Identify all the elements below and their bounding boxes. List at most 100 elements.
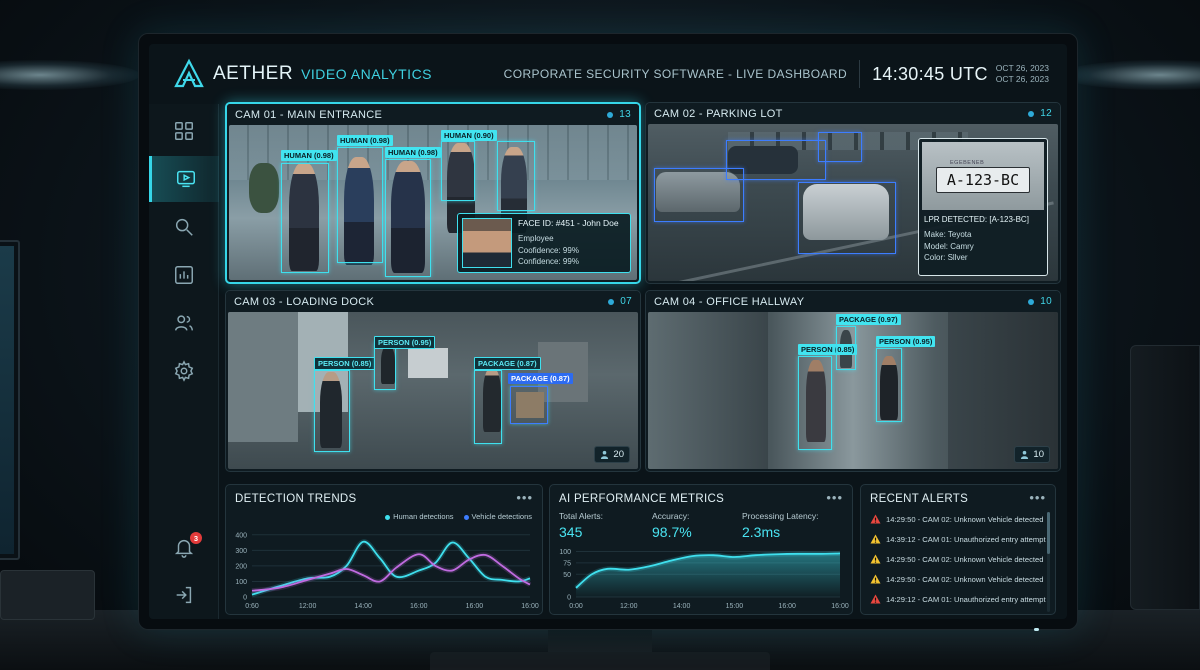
clock: 14:30:45 UTC: [872, 63, 988, 84]
cam04-people-count: 10: [1014, 446, 1050, 463]
brand-name: AETHER: [213, 63, 294, 84]
detection-trends-title: DETECTION TRENDS: [235, 493, 357, 505]
face-id-popup[interactable]: FACE ID: #451 - John Doe Employee Coofid…: [457, 213, 631, 273]
x-tick-label: 15:00: [726, 603, 744, 610]
cam01-header: CAM 01 - MAIN ENTRANCE 13: [227, 104, 639, 125]
cam03-feed: PERSON (0.85) PERSON (0.95) PACKAGE (0.8…: [228, 312, 638, 469]
detection-label-package: PACKAGE (0.97): [836, 314, 901, 325]
sidebar-item-settings[interactable]: [149, 348, 219, 394]
sidebar-item-logout[interactable]: [149, 572, 219, 618]
alert-item[interactable]: 14:29:50 - CAM 02: Unknown Vehicle detec…: [870, 554, 1043, 564]
logout-icon: [176, 586, 192, 604]
detection-box-vehicle[interactable]: [798, 182, 896, 254]
lamp-glow-right: [1060, 60, 1200, 90]
ai-metrics-chart: 0 50 75 100 0:00 12:00 14:00 15:00 16:00 16:00: [559, 549, 849, 610]
series-glow: [251, 539, 531, 598]
video-icon: [176, 170, 195, 188]
side-monitor: [0, 240, 20, 560]
header-divider: [859, 60, 861, 88]
x-tick-label: 16:00: [831, 603, 849, 610]
date-block: OCT 26, 2023 OCT 26, 2023: [996, 63, 1049, 85]
detection-box-package[interactable]: [510, 386, 548, 424]
detection-box-human[interactable]: [281, 163, 329, 273]
alert-text: 14:39:12 - CAM 01: Unauthorized entry at…: [886, 534, 1046, 544]
sidebar-item-notifications[interactable]: 3: [149, 524, 219, 570]
detection-box-human[interactable]: [497, 141, 535, 211]
lamp-glow-left: [0, 60, 140, 90]
x-tick-label: 16:00: [521, 603, 539, 610]
cam01-count: 13: [607, 109, 631, 120]
alerts-scrollbar[interactable]: [1047, 512, 1050, 554]
cam03-count: 07: [608, 296, 632, 307]
detection-trends-legend: Human detections Vehicle detections: [385, 512, 532, 521]
cam03-title: CAM 03 - LOADING DOCK: [234, 295, 375, 308]
sidebar-item-overview[interactable]: [149, 108, 219, 154]
detection-label-person: PERSON (0.95): [876, 336, 936, 347]
x-tick-label: 16:00: [410, 603, 428, 610]
x-tick-label: 16:00: [466, 603, 484, 610]
detection-trends-chart: 0 100 200 300 400 0:60 12:00 14:00 16:00 16:00 16:…: [235, 532, 539, 610]
x-tick-label: 16:00: [778, 603, 796, 610]
detection-label-human: HUMAN (0.98): [281, 150, 337, 161]
recent-alerts-panel: RECENT ALERTS ••• 14:29:50 - CAM 02: Unk…: [860, 484, 1056, 615]
lpr-popup[interactable]: EGEBENEB A-123-BC LPR DETECTED: [A-123-B…: [918, 138, 1048, 276]
y-tick-label: 200: [235, 563, 247, 570]
x-tick-label: 14:00: [673, 603, 691, 610]
warning-icon: [870, 534, 881, 544]
detection-box-package[interactable]: [474, 370, 502, 444]
series-line-human-detections: [251, 540, 531, 596]
detection-box-human[interactable]: [337, 147, 383, 263]
users-icon: [175, 315, 193, 331]
detection-box-person[interactable]: [314, 370, 350, 452]
critical-alert-icon: [870, 514, 881, 524]
alert-item[interactable]: 14:29:50 - CAM 02: Unknown Vehicle detec…: [870, 514, 1043, 524]
series-area: [576, 553, 840, 597]
cam03-people-count: 20: [594, 446, 630, 463]
brand-subtitle: VIDEO ANALYTICS: [301, 66, 433, 82]
camera-panel-cam03[interactable]: CAM 03 - LOADING DOCK 07 PERSON (0.85) P…: [225, 290, 641, 472]
date-line-2: OCT 26, 2023: [995, 74, 1049, 84]
desk-device: [0, 570, 95, 620]
gear-icon: [174, 360, 194, 382]
detection-box-human[interactable]: [441, 141, 475, 201]
speaker: [1130, 345, 1200, 610]
camera-panel-cam04[interactable]: CAM 04 - OFFICE HALLWAY 10 PERSON (0.85)…: [645, 290, 1061, 472]
detection-box-package[interactable]: [836, 326, 856, 370]
detection-box-vehicle[interactable]: [818, 132, 862, 162]
alert-item[interactable]: 14:29:12 - CAM 01: Unauthorized entry at…: [870, 594, 1046, 604]
ai-metrics-more-button[interactable]: •••: [826, 490, 843, 505]
warning-icon: [870, 574, 881, 584]
sidebar-item-analytics[interactable]: [149, 252, 219, 298]
power-led: [1034, 628, 1039, 631]
detection-box-vehicle[interactable]: [726, 140, 826, 180]
detection-box-person[interactable]: [374, 342, 396, 390]
cam04-count: 10: [1028, 296, 1052, 307]
face-id-title: FACE ID: #451 - John Doe: [518, 218, 619, 228]
detection-box-person[interactable]: [798, 356, 832, 450]
y-tick-label: 75: [563, 560, 571, 567]
detection-label-person: PERSON (0.85): [314, 357, 376, 370]
lpr-title: LPR DETECTED: [A-123-BC]: [924, 215, 1029, 224]
sidebar-item-users[interactable]: [149, 300, 219, 346]
alert-text: 14:29:12 - CAM 01: Unauthorized entry at…: [886, 594, 1046, 604]
recent-alerts-title: RECENT ALERTS: [870, 493, 969, 505]
camera-panel-cam02[interactable]: CAM 02 - PARKING LOT 12 EGEBENEB A-123-B…: [645, 102, 1061, 284]
sidebar-item-search[interactable]: [149, 204, 219, 250]
cam02-feed: EGEBENEB A-123-BC LPR DETECTED: [A-123-B…: [648, 124, 1058, 281]
detection-box-person[interactable]: [876, 348, 902, 422]
camera-panel-cam01[interactable]: CAM 01 - MAIN ENTRANCE 13 HUMAN (0.98) H…: [225, 102, 641, 284]
alert-item[interactable]: 14:39:12 - CAM 01: Unauthorized entry at…: [870, 534, 1046, 544]
detection-box-human[interactable]: [385, 159, 431, 277]
sidebar-item-live-video[interactable]: [149, 156, 219, 202]
person-icon: [601, 450, 609, 459]
y-tick-label: 0: [567, 595, 571, 602]
y-tick-label: 100: [559, 549, 571, 556]
cam02-title: CAM 02 - PARKING LOT: [654, 107, 783, 120]
lpr-details: Make: Teyota Model: Camry Color: Sllver: [924, 230, 974, 262]
detection-trends-more-button[interactable]: •••: [516, 490, 533, 505]
plate-closeup: EGEBENEB A-123-BC: [922, 142, 1044, 210]
alert-item[interactable]: 14:29:50 - CAM 02: Unknown Vehicle detec…: [870, 574, 1043, 584]
recent-alerts-more-button[interactable]: •••: [1029, 490, 1046, 505]
cam02-count: 12: [1028, 108, 1052, 119]
x-tick-label: 0:00: [569, 603, 583, 610]
